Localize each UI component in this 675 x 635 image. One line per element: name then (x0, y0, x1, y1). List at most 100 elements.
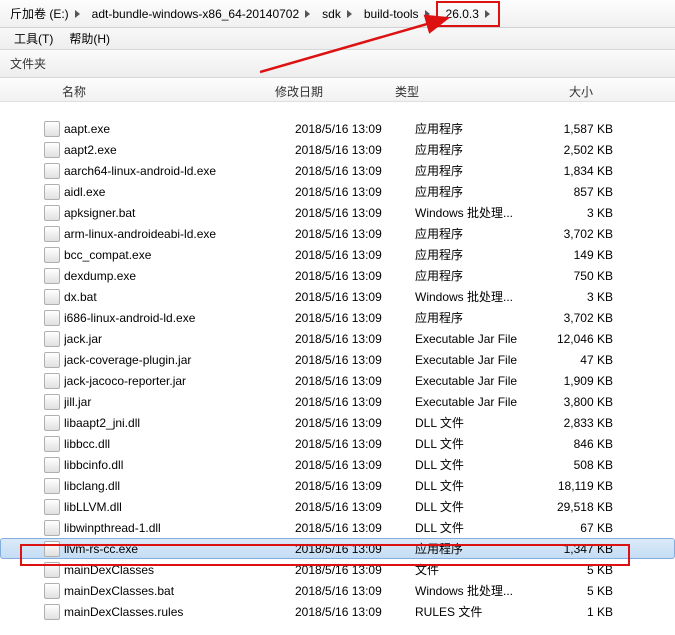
menu-help[interactable]: 帮助(H) (61, 28, 118, 49)
file-type: 应用程序 (415, 162, 535, 179)
chevron-right-icon (425, 10, 430, 18)
file-row[interactable]: dx.bat2018/5/16 13:09Windows 批处理...3 KB (0, 286, 675, 307)
file-size: 1,909 KB (535, 374, 625, 388)
file-row[interactable]: arm-linux-androideabi-ld.exe2018/5/16 13… (0, 223, 675, 244)
file-list[interactable]: aapt.exe2018/5/16 13:09应用程序1,587 KBaapt2… (0, 102, 675, 622)
file-date: 2018/5/16 13:09 (295, 269, 415, 283)
file-row[interactable]: mainDexClasses.rules2018/5/16 13:09RULES… (0, 601, 675, 622)
file-type: 应用程序 (415, 141, 535, 158)
breadcrumb-item-current[interactable]: 26.0.3 (436, 1, 500, 27)
menu-tools[interactable]: 工具(T) (6, 28, 61, 49)
file-date: 2018/5/16 13:09 (295, 332, 415, 346)
column-header-name[interactable]: 名称 (20, 79, 275, 100)
file-row[interactable]: jack-jacoco-reporter.jar2018/5/16 13:09E… (0, 370, 675, 391)
file-row[interactable]: libLLVM.dll2018/5/16 13:09DLL 文件29,518 K… (0, 496, 675, 517)
file-row[interactable]: jack-coverage-plugin.jar2018/5/16 13:09E… (0, 349, 675, 370)
file-name: jill.jar (64, 395, 295, 409)
file-date: 2018/5/16 13:09 (295, 185, 415, 199)
file-row[interactable]: jill.jar2018/5/16 13:09Executable Jar Fi… (0, 391, 675, 412)
file-date: 2018/5/16 13:09 (295, 248, 415, 262)
file-size: 750 KB (535, 269, 625, 283)
file-icon (44, 499, 60, 515)
file-name: libLLVM.dll (64, 500, 295, 514)
file-row[interactable]: i686-linux-android-ld.exe2018/5/16 13:09… (0, 307, 675, 328)
file-type: DLL 文件 (415, 414, 535, 431)
file-name: dexdump.exe (64, 269, 295, 283)
toolbar-label: 文件夹 (10, 55, 46, 72)
file-size: 1,347 KB (535, 542, 625, 556)
column-header-size[interactable]: 大小 (515, 79, 605, 100)
file-row[interactable]: libclang.dll2018/5/16 13:09DLL 文件18,119 … (0, 475, 675, 496)
file-row[interactable]: mainDexClasses.bat2018/5/16 13:09Windows… (0, 580, 675, 601)
file-icon (44, 394, 60, 410)
column-header-type[interactable]: 类型 (395, 79, 515, 100)
file-name: jack-jacoco-reporter.jar (64, 374, 295, 388)
file-icon (44, 121, 60, 137)
file-date: 2018/5/16 13:09 (295, 500, 415, 514)
file-type: 应用程序 (415, 120, 535, 137)
file-icon (44, 604, 60, 620)
file-type: Windows 批处理... (415, 204, 535, 221)
file-type: 文件 (415, 561, 535, 578)
file-type: 应用程序 (415, 225, 535, 242)
chevron-right-icon (305, 10, 310, 18)
file-icon (44, 583, 60, 599)
file-row[interactable]: libaapt2_jni.dll2018/5/16 13:09DLL 文件2,8… (0, 412, 675, 433)
breadcrumb-item[interactable]: build-tools (358, 0, 436, 27)
file-row[interactable]: libbcinfo.dll2018/5/16 13:09DLL 文件508 KB (0, 454, 675, 475)
file-icon (44, 457, 60, 473)
breadcrumb-label: 斤加卷 (E:) (10, 5, 69, 22)
file-type: 应用程序 (415, 540, 535, 557)
file-row[interactable]: aapt.exe2018/5/16 13:09应用程序1,587 KB (0, 118, 675, 139)
file-icon (44, 415, 60, 431)
file-size: 12,046 KB (535, 332, 625, 346)
file-row[interactable]: bcc_compat.exe2018/5/16 13:09应用程序149 KB (0, 244, 675, 265)
file-row[interactable]: libbcc.dll2018/5/16 13:09DLL 文件846 KB (0, 433, 675, 454)
column-header-date[interactable]: 修改日期 (275, 79, 395, 100)
file-row[interactable]: aidl.exe2018/5/16 13:09应用程序857 KB (0, 181, 675, 202)
file-size: 508 KB (535, 458, 625, 472)
file-name: dx.bat (64, 290, 295, 304)
file-size: 1,587 KB (535, 122, 625, 136)
menu-bar: 工具(T) 帮助(H) (0, 28, 675, 50)
file-icon (44, 247, 60, 263)
file-type: Windows 批处理... (415, 288, 535, 305)
file-icon (44, 520, 60, 536)
file-name: aidl.exe (64, 185, 295, 199)
file-size: 2,502 KB (535, 143, 625, 157)
file-row[interactable] (0, 102, 675, 118)
file-type: DLL 文件 (415, 498, 535, 515)
file-row[interactable]: aarch64-linux-android-ld.exe2018/5/16 13… (0, 160, 675, 181)
breadcrumb-label: build-tools (364, 7, 419, 21)
file-icon (44, 331, 60, 347)
breadcrumb-item[interactable]: sdk (316, 0, 358, 27)
file-icon (44, 562, 60, 578)
breadcrumb-item[interactable]: adt-bundle-windows-x86_64-20140702 (86, 0, 316, 27)
file-row[interactable]: libwinpthread-1.dll2018/5/16 13:09DLL 文件… (0, 517, 675, 538)
file-icon (44, 373, 60, 389)
file-size: 3,800 KB (535, 395, 625, 409)
breadcrumb-label: sdk (322, 7, 341, 21)
file-row[interactable]: mainDexClasses2018/5/16 13:09文件5 KB (0, 559, 675, 580)
file-type: DLL 文件 (415, 435, 535, 452)
file-row[interactable]: llvm-rs-cc.exe2018/5/16 13:09应用程序1,347 K… (0, 538, 675, 559)
file-date: 2018/5/16 13:09 (295, 605, 415, 619)
file-icon (44, 268, 60, 284)
file-row[interactable]: aapt2.exe2018/5/16 13:09应用程序2,502 KB (0, 139, 675, 160)
file-type: RULES 文件 (415, 603, 535, 620)
file-row[interactable]: jack.jar2018/5/16 13:09Executable Jar Fi… (0, 328, 675, 349)
chevron-right-icon (347, 10, 352, 18)
file-row[interactable]: apksigner.bat2018/5/16 13:09Windows 批处理.… (0, 202, 675, 223)
file-icon (44, 163, 60, 179)
column-headers: 名称 修改日期 类型 大小 (0, 78, 675, 102)
file-date: 2018/5/16 13:09 (295, 143, 415, 157)
file-type: 应用程序 (415, 267, 535, 284)
file-name: mainDexClasses (64, 563, 295, 577)
file-row[interactable]: dexdump.exe2018/5/16 13:09应用程序750 KB (0, 265, 675, 286)
file-name: i686-linux-android-ld.exe (64, 311, 295, 325)
address-bar[interactable]: 斤加卷 (E:) adt-bundle-windows-x86_64-20140… (0, 0, 675, 28)
file-size: 5 KB (535, 563, 625, 577)
breadcrumb-item[interactable]: 斤加卷 (E:) (4, 0, 86, 27)
file-type: DLL 文件 (415, 456, 535, 473)
file-date: 2018/5/16 13:09 (295, 479, 415, 493)
